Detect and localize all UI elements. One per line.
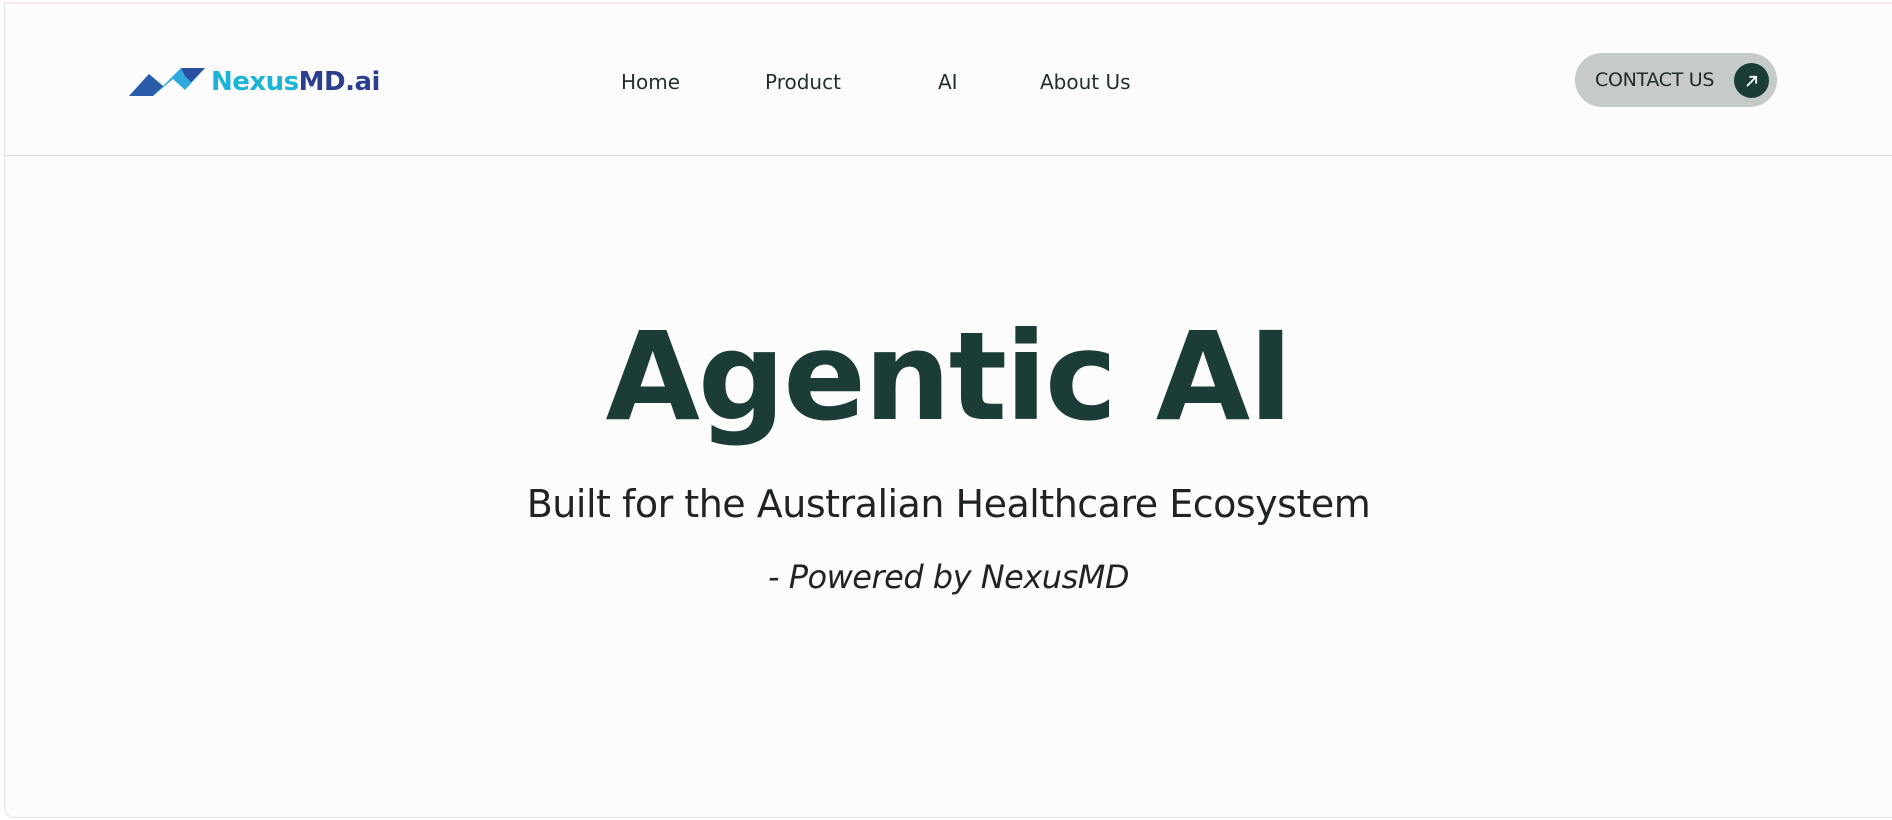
arrow-up-right-icon	[1734, 63, 1769, 98]
contact-us-button[interactable]: CONTACT US	[1575, 53, 1777, 107]
contact-us-label: CONTACT US	[1595, 69, 1715, 91]
page-frame: NexusMD.ai Home Product AI About Us CONT…	[4, 2, 1892, 818]
nav-link-home[interactable]: Home	[621, 70, 680, 94]
nav-link-about-us[interactable]: About Us	[1040, 70, 1131, 94]
hero-subtitle: Built for the Australian Healthcare Ecos…	[526, 482, 1371, 526]
hero-tagline: - Powered by NexusMD	[768, 558, 1129, 596]
top-navigation-bar: NexusMD.ai Home Product AI About Us CONT…	[5, 4, 1892, 156]
nav-link-product[interactable]: Product	[765, 70, 841, 94]
hero-title: Agentic AI	[605, 306, 1293, 448]
nav-link-ai[interactable]: AI	[938, 70, 958, 94]
